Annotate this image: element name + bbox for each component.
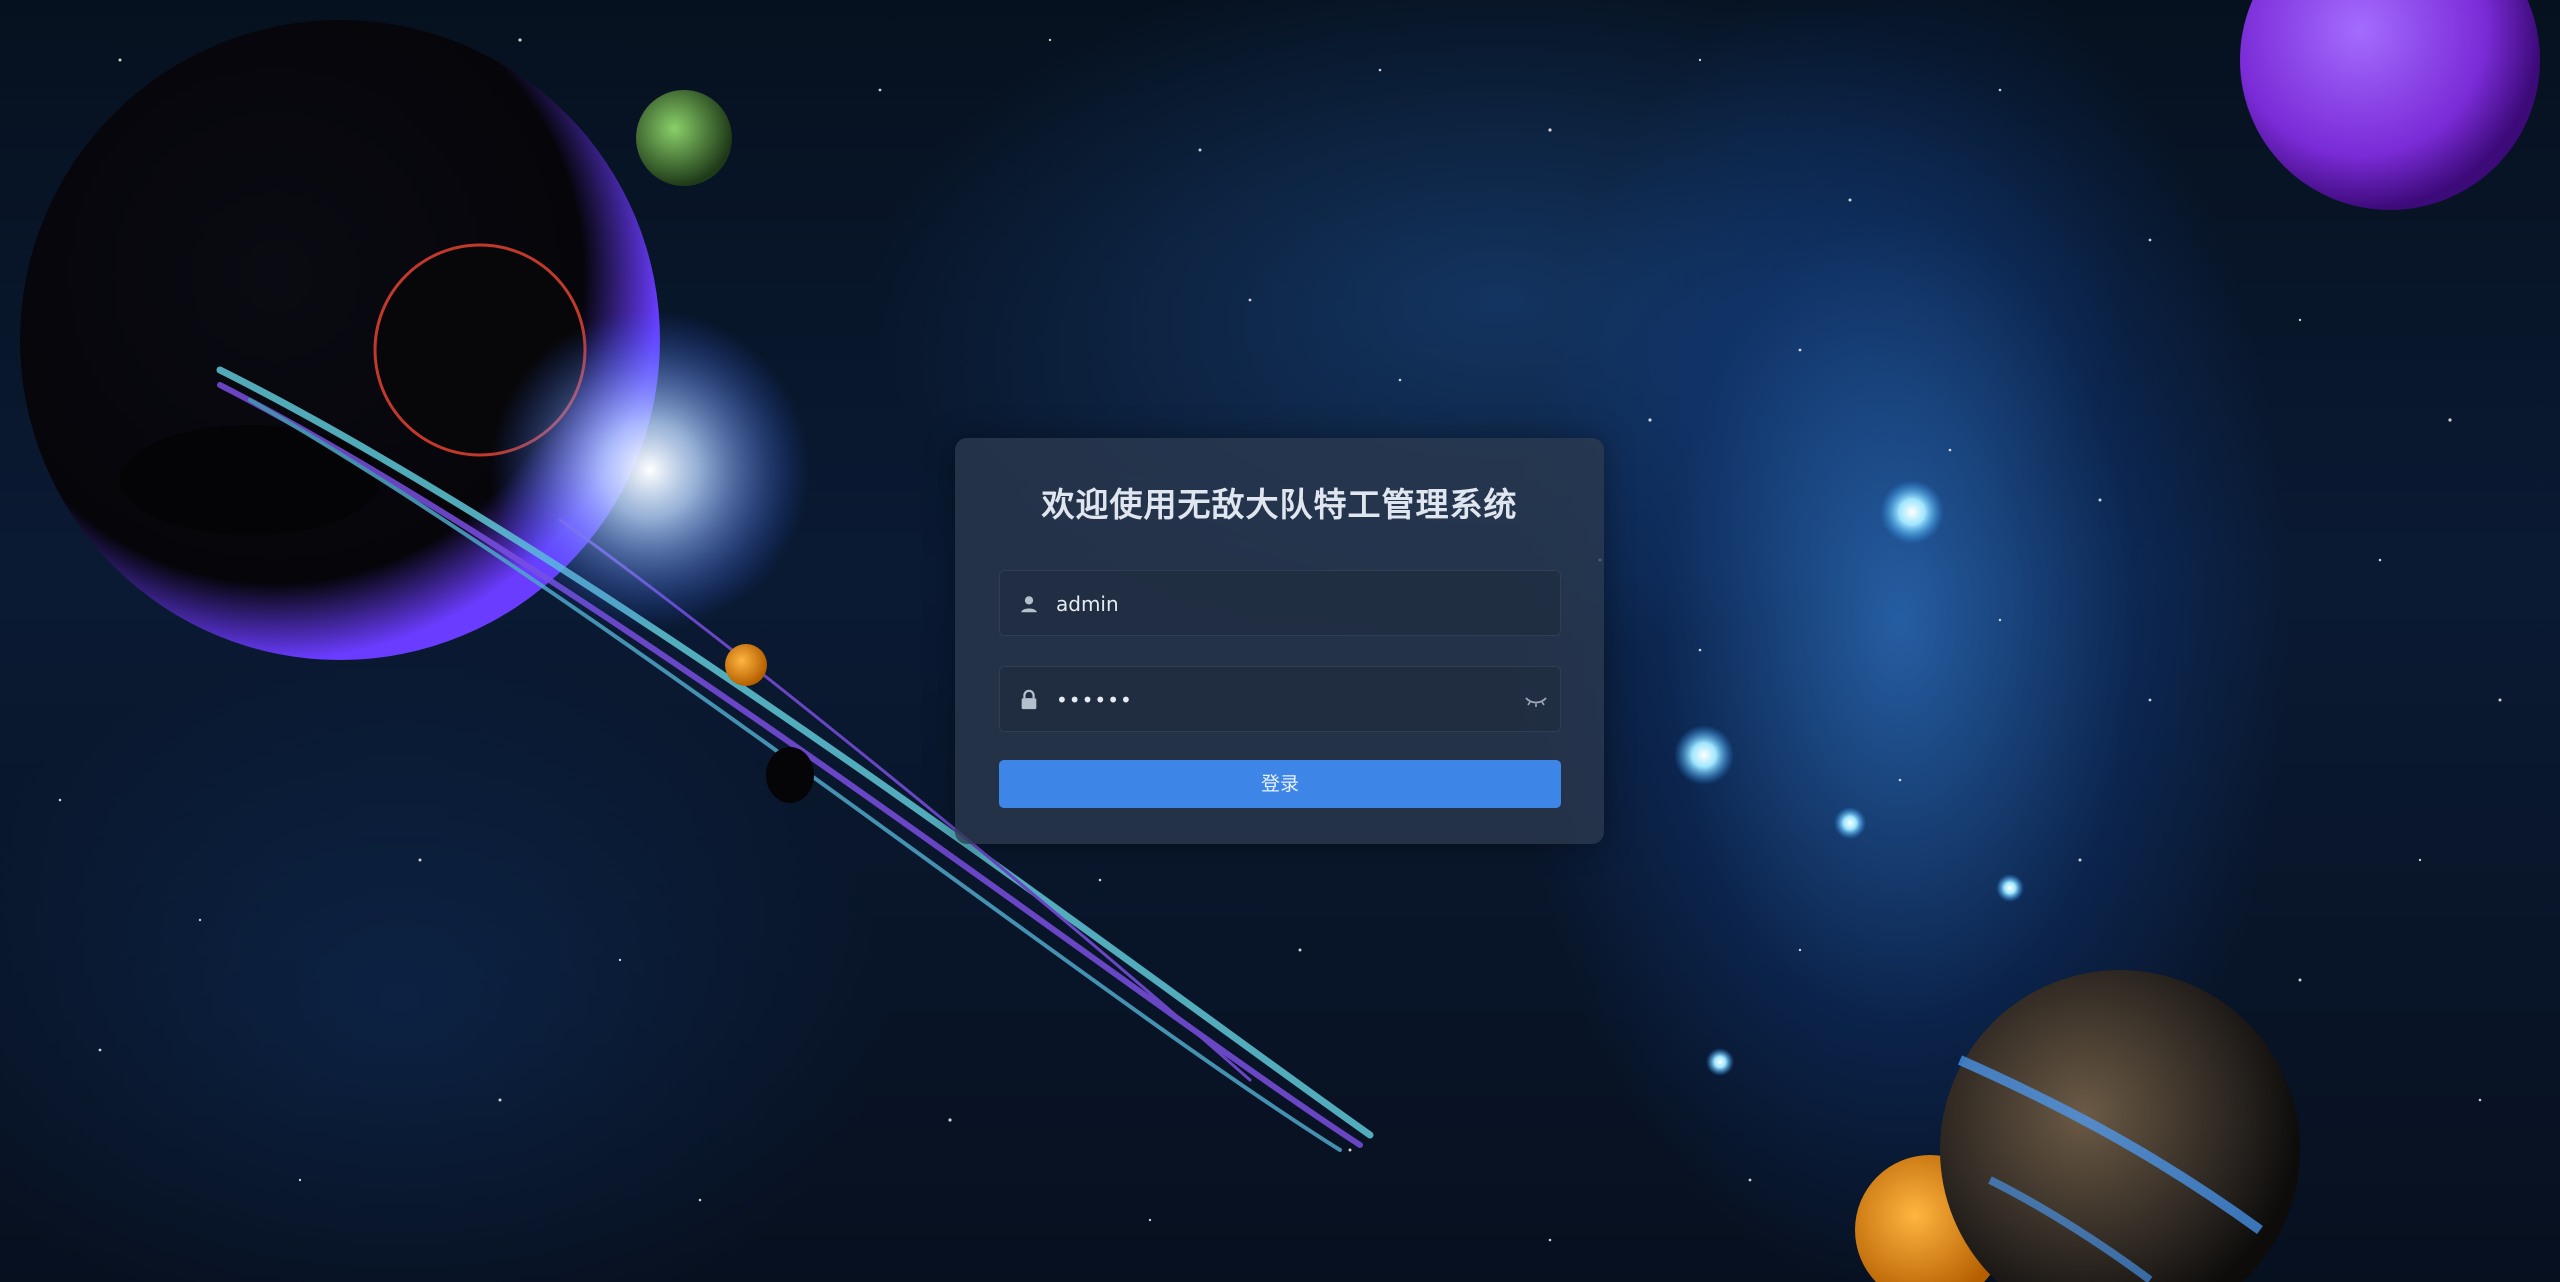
lock-icon [1021, 689, 1037, 710]
bright-star [1674, 725, 1734, 785]
username-value: admin [1056, 592, 1119, 616]
password-value: •••••• [1056, 688, 1133, 712]
bright-star [1996, 874, 2024, 902]
planet-green [636, 90, 732, 186]
eye-closed-icon[interactable] [1524, 690, 1548, 710]
login-title: 欢迎使用无敌大队特工管理系统 [1041, 485, 1518, 524]
user-icon [1021, 596, 1037, 613]
planet-purple [2240, 0, 2540, 210]
planet-gas-giant [1940, 970, 2300, 1282]
login-panel: 欢迎使用无敌大队特工管理系统 admin •••••• 登录 [955, 438, 1604, 844]
planet-dark-small [766, 747, 814, 803]
dark-moon [120, 425, 380, 535]
login-button[interactable]: 登录 [999, 760, 1561, 808]
bright-star [1834, 807, 1866, 839]
planet-orange-small [725, 644, 767, 686]
bright-star [1880, 480, 1944, 544]
username-field[interactable]: admin [999, 570, 1561, 636]
light-flare [490, 310, 810, 630]
bright-star [1706, 1048, 1734, 1076]
password-field[interactable]: •••••• [999, 666, 1561, 732]
